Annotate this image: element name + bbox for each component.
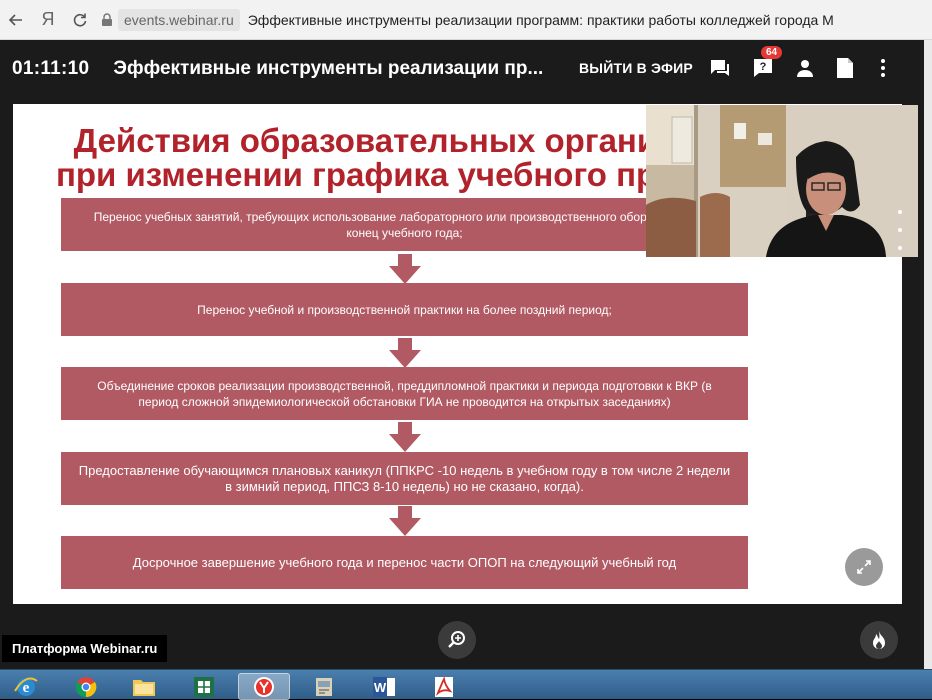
url-domain: events.webinar.ru [118, 8, 240, 31]
down-arrow-icon [389, 338, 421, 368]
taskbar-file-explorer[interactable] [118, 673, 170, 700]
webinar-header: 01:11:10 Эффективные инструменты реализа… [0, 40, 924, 98]
question-icon: ? [754, 59, 772, 77]
chrome-icon [75, 676, 97, 697]
zoom-in-icon [448, 631, 465, 648]
back-arrow-icon [8, 13, 22, 26]
yandex-home-button[interactable]: Я [32, 0, 64, 40]
windows-taskbar: e W [0, 669, 932, 700]
taskbar-word[interactable]: W [358, 673, 410, 700]
go-on-air-button[interactable]: ВЫЙТИ В ЭФИР [579, 60, 693, 76]
reload-icon [73, 13, 87, 27]
chat-icon [711, 60, 729, 76]
questions-button[interactable]: ? [751, 56, 775, 80]
step-box-1: Перенос учебных занятий, требующих испол… [61, 198, 748, 251]
word-icon: W [373, 676, 395, 697]
questions-count-badge: 64 [761, 46, 783, 59]
presenter-webcam[interactable] [646, 105, 918, 257]
taskbar-excel[interactable] [178, 673, 230, 700]
browser-scroll-edge [924, 40, 932, 669]
svg-text:?: ? [760, 61, 767, 73]
step-box-3: Объединение сроков реализации производст… [61, 367, 748, 420]
step-box-4: Предоставление обучающимся плановых кани… [61, 452, 748, 505]
folder-icon [133, 679, 155, 696]
scanner-icon [316, 677, 332, 696]
yandex-logo-text: Я [41, 9, 55, 29]
fullscreen-button[interactable] [845, 548, 883, 586]
taskbar-internet-explorer[interactable]: e [0, 673, 52, 700]
webinar-app: 01:11:10 Эффективные инструменты реализа… [0, 40, 924, 669]
yandex-browser-icon [254, 676, 274, 697]
taskbar-chrome[interactable] [60, 673, 112, 700]
back-button[interactable] [0, 0, 32, 40]
expand-icon [857, 560, 871, 574]
more-menu-button[interactable] [871, 56, 895, 80]
reactions-button[interactable] [860, 621, 898, 659]
svg-text:W: W [374, 680, 387, 695]
event-title: Эффективные инструменты реализации пр... [113, 58, 544, 79]
fire-icon [873, 631, 885, 649]
svg-text:e: e [23, 680, 30, 696]
pdf-icon [435, 675, 453, 697]
excel-icon [194, 676, 214, 697]
down-arrow-icon [389, 422, 421, 452]
participants-button[interactable] [793, 56, 817, 80]
down-arrow-icon [389, 506, 421, 536]
browser-toolbar: Я events.webinar.ru Эффективные инструме… [0, 0, 932, 40]
step-box-5: Досрочное завершение учебного года и пер… [61, 536, 748, 589]
internet-explorer-icon: e [14, 677, 38, 696]
taskbar-scanner[interactable] [298, 673, 350, 700]
files-button[interactable] [833, 56, 857, 80]
step-box-2: Перенос учебной и производственной практ… [61, 283, 748, 336]
reload-button[interactable] [64, 0, 96, 40]
chat-button[interactable] [708, 56, 732, 80]
user-icon [797, 60, 813, 77]
lock-icon [100, 12, 114, 27]
address-bar[interactable]: events.webinar.ru Эффективные инструмент… [100, 7, 932, 33]
broadcast-timer: 01:11:10 [12, 58, 90, 79]
taskbar-yandex-browser[interactable] [238, 673, 290, 700]
page-title: Эффективные инструменты реализации прогр… [247, 11, 834, 28]
zoom-button[interactable] [438, 621, 476, 659]
platform-label: Платформа Webinar.ru [2, 635, 168, 662]
webcam-video [646, 105, 918, 257]
webcam-options-button[interactable] [897, 210, 903, 250]
more-vertical-icon [881, 59, 885, 77]
taskbar-acrobat[interactable] [418, 673, 470, 700]
document-icon [837, 58, 853, 78]
down-arrow-icon [389, 254, 421, 284]
